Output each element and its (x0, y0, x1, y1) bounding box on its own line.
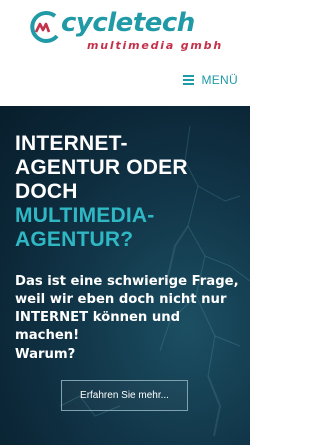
hero-question: Warum? (15, 347, 76, 362)
cycletech-logo[interactable]: cycletech multimedia gmbh (27, 8, 227, 52)
logo-wordmark: cycletech (61, 8, 195, 38)
logo-tagline: multimedia gmbh (87, 39, 223, 52)
headline-accent-line: AGENTUR? (15, 228, 134, 251)
menu-label: MENÜ (201, 73, 238, 87)
headline-line: DOCH (15, 180, 78, 203)
headline-accent-line: MULTIMEDIA- (15, 204, 155, 227)
headline-line: INTERNET- (15, 132, 128, 155)
learn-more-button[interactable]: Erfahren Sie mehr... (61, 380, 188, 411)
hero-headline: INTERNET- AGENTUR ODER DOCH MULTIMEDIA- … (15, 132, 245, 252)
hamburger-icon (183, 75, 195, 85)
hero-subtext: Das ist eine schwierige Frage, weil wir … (15, 274, 239, 343)
menu-button[interactable]: MENÜ (183, 70, 238, 90)
site-header: cycletech multimedia gmbh MENÜ (0, 0, 250, 106)
headline-line: AGENTUR ODER (15, 156, 188, 179)
hero-section: INTERNET- AGENTUR ODER DOCH MULTIMEDIA- … (0, 106, 250, 445)
